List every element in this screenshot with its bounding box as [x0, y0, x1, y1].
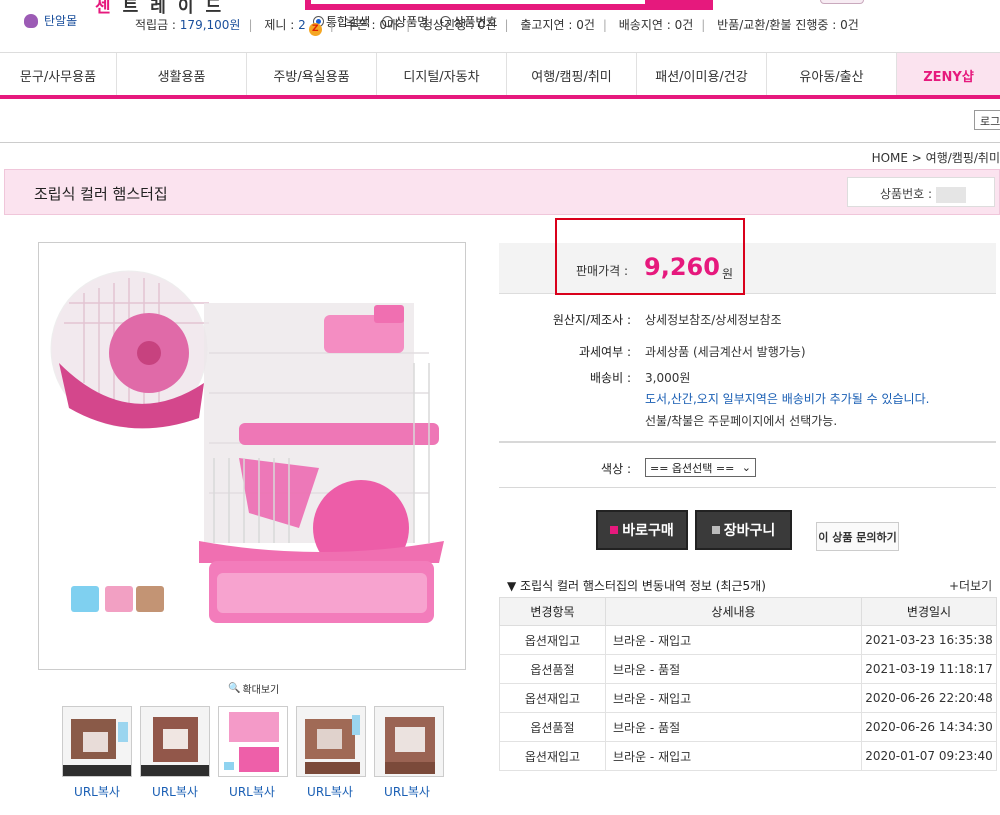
table-row: 옵션재입고 브라운 - 재입고 2021-03-23 16:35:38 [499, 625, 997, 655]
coupon-value[interactable]: 0매 [379, 18, 398, 32]
change-detail: 브라운 - 재입고 [605, 741, 862, 771]
column-header: 변경일시 [861, 597, 997, 626]
category-digital[interactable]: 디지털/자동차 [377, 53, 507, 97]
shipping-note-1: 도서,산간,오지 일부지역은 배송비가 추가될 수 있습니다. [645, 392, 930, 406]
category-kitchen[interactable]: 주방/욕실용품 [247, 53, 377, 97]
history-title: ▼ 조립식 컬러 햄스터집의 변동내역 정보 (최근5개) [507, 579, 766, 593]
category-stationery[interactable]: 문구/사무용품 [0, 53, 117, 97]
category-travel[interactable]: 여행/캠핑/취미 [507, 53, 637, 97]
thumbnail-1[interactable] [62, 706, 132, 777]
site-logo[interactable]: 센트레이드 [95, 0, 233, 17]
origin-value: 상세정보참조/상세정보참조 [645, 313, 782, 327]
square-icon [711, 526, 720, 534]
product-number-blurred [936, 186, 967, 203]
main-product-image[interactable] [38, 242, 466, 670]
search-bar[interactable] [305, 0, 713, 10]
store-link[interactable]: 탄알몰 [24, 12, 77, 29]
column-header: 상세내용 [605, 597, 862, 626]
thumbnail-5[interactable] [374, 706, 444, 777]
change-type: 옵션재입고 [499, 683, 606, 713]
divider [499, 441, 996, 443]
search-input[interactable] [311, 0, 645, 4]
change-type: 옵션재입고 [499, 741, 606, 771]
thumbnail-list [62, 706, 444, 777]
delay-value[interactable]: 0건 [576, 18, 595, 32]
product-inquiry-button[interactable]: 이 상품 문의하기 [816, 522, 899, 551]
magnifier-icon: 🔍 [228, 683, 241, 694]
change-detail: 브라운 - 품절 [605, 712, 862, 742]
category-kids[interactable]: 유아동/출산 [767, 53, 897, 97]
url-copy-4[interactable]: URL복사 [295, 783, 365, 800]
swatch-pink [105, 586, 133, 612]
hamster-cage-image [39, 243, 465, 669]
product-number-box: 상품번호 : [847, 177, 995, 207]
change-date: 2021-03-23 16:35:38 [861, 625, 997, 655]
price-unit: 원 [722, 267, 734, 281]
column-header: 변경항목 [499, 597, 606, 626]
user-stats: 적립금 : 179,100원 | 제니 : 2 Z | 쿠폰 : 0매 | 정상진행 :… [135, 18, 859, 36]
origin-label: 원산지/제조사 : [552, 313, 631, 327]
zoom-link[interactable]: 🔍 확대보기 [228, 681, 279, 696]
change-date: 2021-03-19 11:18:17 [861, 654, 997, 684]
table-header-row: 변경항목 상세내용 변경일시 [499, 597, 997, 626]
return-value[interactable]: 0건 [840, 18, 859, 32]
login-button[interactable]: 로그 [974, 110, 1000, 130]
thumbnail-4[interactable] [296, 706, 366, 777]
zeny-icon: Z [308, 23, 322, 36]
user-info-bar [0, 99, 1000, 143]
table-row: 옵션재입고 브라운 - 재입고 2020-06-26 22:20:48 [499, 683, 997, 713]
price-label: 판매가격 : [576, 264, 629, 278]
swatch-blue [71, 586, 99, 612]
table-row: 옵션재입고 브라운 - 재입고 2020-01-07 09:23:40 [499, 741, 997, 771]
change-date: 2020-01-07 09:23:40 [861, 741, 997, 771]
breadcrumb[interactable]: HOME > 여행/캠핑/취미 [872, 149, 1000, 166]
bear-icon [24, 13, 38, 28]
history-table: 변경항목 상세내용 변경일시 옵션재입고 브라운 - 재입고 2021-03-2… [499, 597, 997, 771]
normal-value[interactable]: 0건 [478, 18, 497, 32]
tax-value: 과세상품 (세금계산서 발행가능) [645, 345, 806, 359]
change-type: 옵션품절 [499, 654, 606, 684]
zeny-value[interactable]: 2 [298, 18, 306, 32]
url-copy-2[interactable]: URL복사 [140, 783, 210, 800]
thumbnail-3[interactable] [218, 706, 288, 777]
color-select[interactable]: == 옵션선택 == ⌄ [645, 458, 756, 477]
change-type: 옵션재입고 [499, 625, 606, 655]
square-icon [610, 526, 619, 534]
add-to-cart-button[interactable]: 장바구니 [695, 510, 792, 550]
chevron-down-icon: ⌄ [741, 461, 751, 474]
category-living[interactable]: 생활용품 [117, 53, 247, 97]
category-zeny-shop[interactable]: ZENY샵 [897, 53, 1000, 97]
change-date: 2020-06-26 22:20:48 [861, 683, 997, 713]
shipping-note-2: 선불/착불은 주문페이지에서 선택가능. [645, 414, 838, 428]
swatch-brown [136, 586, 164, 612]
ship-delay-value[interactable]: 0건 [675, 18, 694, 32]
thumbnail-2[interactable] [140, 706, 210, 777]
price-value: 9,260 [644, 253, 720, 281]
color-label: 색상 : [601, 462, 631, 476]
change-type: 옵션품절 [499, 712, 606, 742]
change-detail: 브라운 - 품절 [605, 654, 862, 684]
shipping-label: 배송비 : [590, 371, 631, 385]
change-detail: 브라운 - 재입고 [605, 683, 862, 713]
category-fashion[interactable]: 패션/이미용/건강 [637, 53, 767, 97]
history-more-link[interactable]: +더보기 [949, 577, 992, 594]
url-copy-5[interactable]: URL복사 [372, 783, 442, 800]
shipping-value: 3,000원 [645, 371, 691, 385]
change-date: 2020-06-26 14:34:30 [861, 712, 997, 742]
url-copy-3[interactable]: URL복사 [217, 783, 287, 800]
table-row: 옵션품절 브라운 - 품절 2020-06-26 14:34:30 [499, 712, 997, 742]
divider [499, 487, 996, 488]
tax-label: 과세여부 : [578, 345, 631, 359]
change-detail: 브라운 - 재입고 [605, 625, 862, 655]
url-copy-1[interactable]: URL복사 [62, 783, 132, 800]
buy-now-button[interactable]: 바로구매 [596, 510, 688, 550]
header-button[interactable] [820, 0, 864, 4]
points-value[interactable]: 179,100원 [180, 18, 241, 32]
category-nav: 문구/사무용품 생활용품 주방/욕실용품 디지털/자동차 여행/캠핑/취미 패션… [0, 52, 1000, 97]
table-row: 옵션품절 브라운 - 품절 2021-03-19 11:18:17 [499, 654, 997, 684]
product-title: 조립식 컬러 햄스터집 [34, 185, 168, 203]
